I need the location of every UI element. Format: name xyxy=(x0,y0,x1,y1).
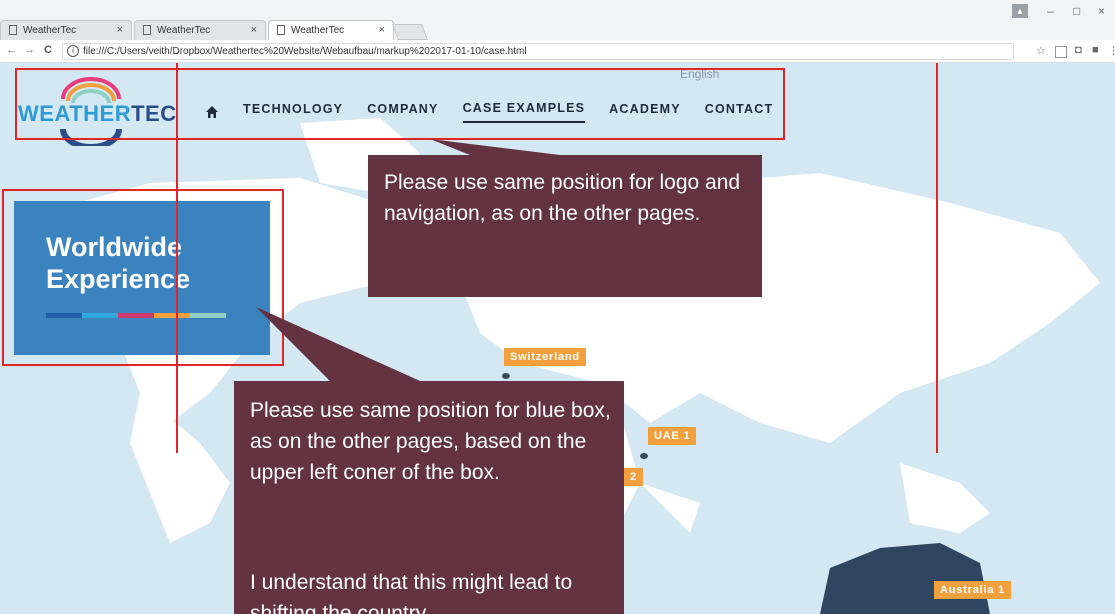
reload-button[interactable]: C xyxy=(44,44,52,56)
url-text: file:///C:/Users/veith/Dropbox/Weatherte… xyxy=(83,46,527,57)
extension-icon[interactable] xyxy=(1055,46,1067,58)
close-window-button[interactable]: × xyxy=(1098,4,1105,18)
minimize-button[interactable]: – xyxy=(1047,4,1054,18)
url-field[interactable]: i file:///C:/Users/veith/Dropbox/Weathert… xyxy=(62,43,1014,60)
extension-icon[interactable]: ■ xyxy=(1092,44,1099,56)
bookmark-star-icon[interactable]: ☆ xyxy=(1036,44,1046,57)
close-tab-icon[interactable]: × xyxy=(379,24,385,36)
callout-text: I understand that this might lead to shi… xyxy=(250,571,573,614)
browser-tab-active[interactable]: WeatherTec × xyxy=(268,20,394,41)
tab-title: WeatherTec xyxy=(157,25,211,36)
close-tab-icon[interactable]: × xyxy=(251,24,257,36)
document-icon xyxy=(277,25,285,35)
document-icon xyxy=(9,25,17,35)
browser-tab-1[interactable]: WeatherTec × xyxy=(0,20,132,41)
forward-button[interactable]: → xyxy=(24,44,35,56)
camera-icon[interactable]: ◘ xyxy=(1075,44,1082,56)
review-comment-callout-1: Please use same position for logo and na… xyxy=(368,155,762,297)
tab-title: WeatherTec xyxy=(291,25,345,36)
tab-title: WeatherTec xyxy=(23,25,77,36)
user-profile-icon[interactable]: ▲ xyxy=(1012,4,1028,18)
info-icon[interactable]: i xyxy=(67,45,79,58)
address-bar-row: ← → C i file:///C:/Users/veith/Dropbox/We… xyxy=(0,40,1115,63)
callout-text: Please use same position for blue box, a… xyxy=(250,399,611,484)
close-tab-icon[interactable]: × xyxy=(117,24,123,36)
browser-tab-bar: WeatherTec × WeatherTec × WeatherTec × ▲… xyxy=(0,0,1115,41)
review-comment-callout-2: Please use same position for blue box, a… xyxy=(234,381,624,614)
new-tab-button[interactable] xyxy=(392,24,428,40)
back-button[interactable]: ← xyxy=(6,44,17,56)
maximize-button[interactable]: □ xyxy=(1073,4,1080,18)
document-icon xyxy=(143,25,151,35)
menu-icon[interactable]: ⋮ xyxy=(1108,44,1115,57)
browser-tab-2[interactable]: WeatherTec × xyxy=(134,20,266,41)
web-page: WEATHERTEC TECHNOLOGY COMPANY CASE EXAMP… xyxy=(0,63,1115,614)
callout-text: Please use same position for logo and na… xyxy=(384,171,741,225)
